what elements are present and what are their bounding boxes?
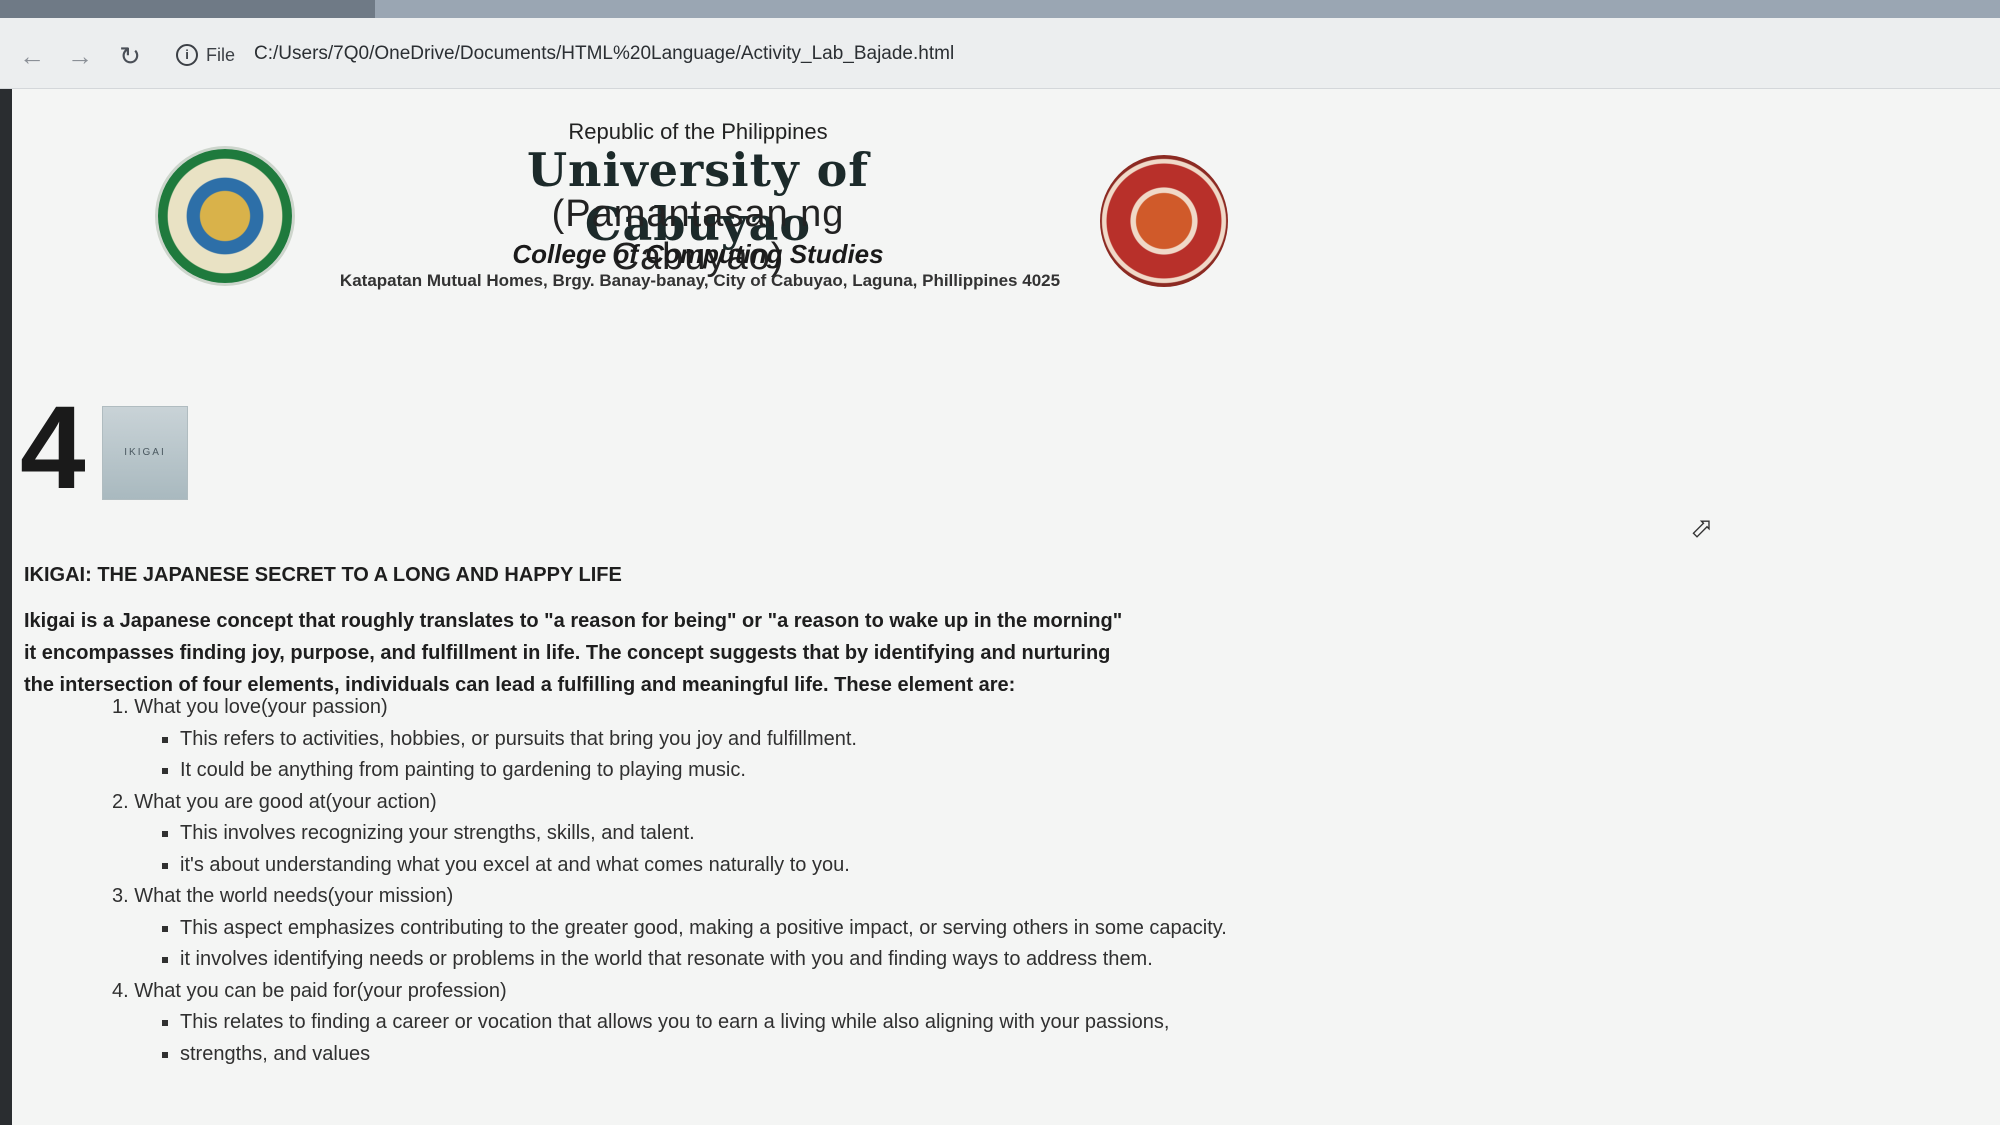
info-icon: i	[176, 44, 198, 66]
intro-line: Ikigai is a Japanese concept that roughl…	[24, 610, 1123, 632]
list-item: It could be anything from painting to ga…	[162, 755, 1312, 787]
list-item: This involves recognizing your strengths…	[162, 818, 1312, 850]
arrow-left-icon: ←	[19, 40, 45, 71]
list-item: it involves identifying needs or problem…	[162, 944, 1312, 976]
element-title: 4. What you can be paid for(your profess…	[112, 979, 507, 1002]
address-bar[interactable]: C:/Users/7Q0/OneDrive/Documents/HTML%20L…	[254, 43, 954, 65]
back-button[interactable]: ←	[14, 38, 50, 74]
article-heading: IKIGAI: THE JAPANESE SECRET TO A LONG AN…	[24, 564, 622, 586]
browser-toolbar: ← → ↻ i File C:/Users/7Q0/OneDrive/Docum…	[0, 18, 2000, 89]
list-item: 2. What you are good at(your action) Thi…	[112, 787, 1312, 882]
arrow-right-icon: →	[67, 40, 93, 71]
list-item: 1. What you love(your passion) This refe…	[112, 692, 1312, 787]
reload-icon: ↻	[119, 40, 141, 71]
university-address: Katapatan Mutual Homes, Brgy. Banay-bana…	[339, 271, 1061, 290]
list-item: This relates to finding a career or voca…	[162, 1007, 1312, 1039]
list-item: This aspect emphasizes contributing to t…	[162, 913, 1312, 945]
list-item: 3. What the world needs(your mission) Th…	[112, 881, 1312, 976]
reload-button[interactable]: ↻	[112, 38, 148, 74]
element-title: 1. What you love(your passion)	[112, 696, 388, 718]
site-info-label: File	[206, 44, 236, 65]
intro-line: it encompasses finding joy, purpose, and…	[24, 642, 1111, 664]
college-name: College of Computing Studies	[512, 239, 884, 269]
element-title: 2. What you are good at(your action)	[112, 790, 437, 813]
list-item: strengths, and values	[162, 1039, 1312, 1071]
republic-label: Republic of the Philippines	[568, 119, 828, 144]
college-seal-logo	[1100, 155, 1228, 287]
tab-strip	[0, 0, 2000, 18]
list-item: it's about understanding what you excel …	[162, 850, 1312, 882]
site-info-button[interactable]: i File	[176, 40, 235, 70]
intro-paragraph: Ikigai is a Japanese concept that roughl…	[24, 605, 1224, 701]
list-item: 4. What you can be paid for(your profess…	[112, 976, 1312, 1071]
element-title: 3. What the world needs(your mission)	[112, 885, 454, 907]
browser-tab[interactable]	[375, 0, 2000, 18]
forward-button[interactable]: →	[62, 38, 98, 74]
page-content: Republic of the Philippines University o…	[0, 89, 2000, 1125]
university-seal-logo	[158, 149, 292, 283]
list-item: This refers to activities, hobbies, or p…	[162, 724, 1312, 756]
thumbnail-label: IKIGAI	[124, 447, 166, 458]
ikigai-book-image: IKIGAI	[102, 406, 188, 500]
ikigai-elements-list: 1. What you love(your passion) This refe…	[112, 692, 1312, 1070]
mouse-pointer-icon: ⬀	[1690, 512, 1714, 543]
activity-number: 4	[20, 382, 86, 514]
